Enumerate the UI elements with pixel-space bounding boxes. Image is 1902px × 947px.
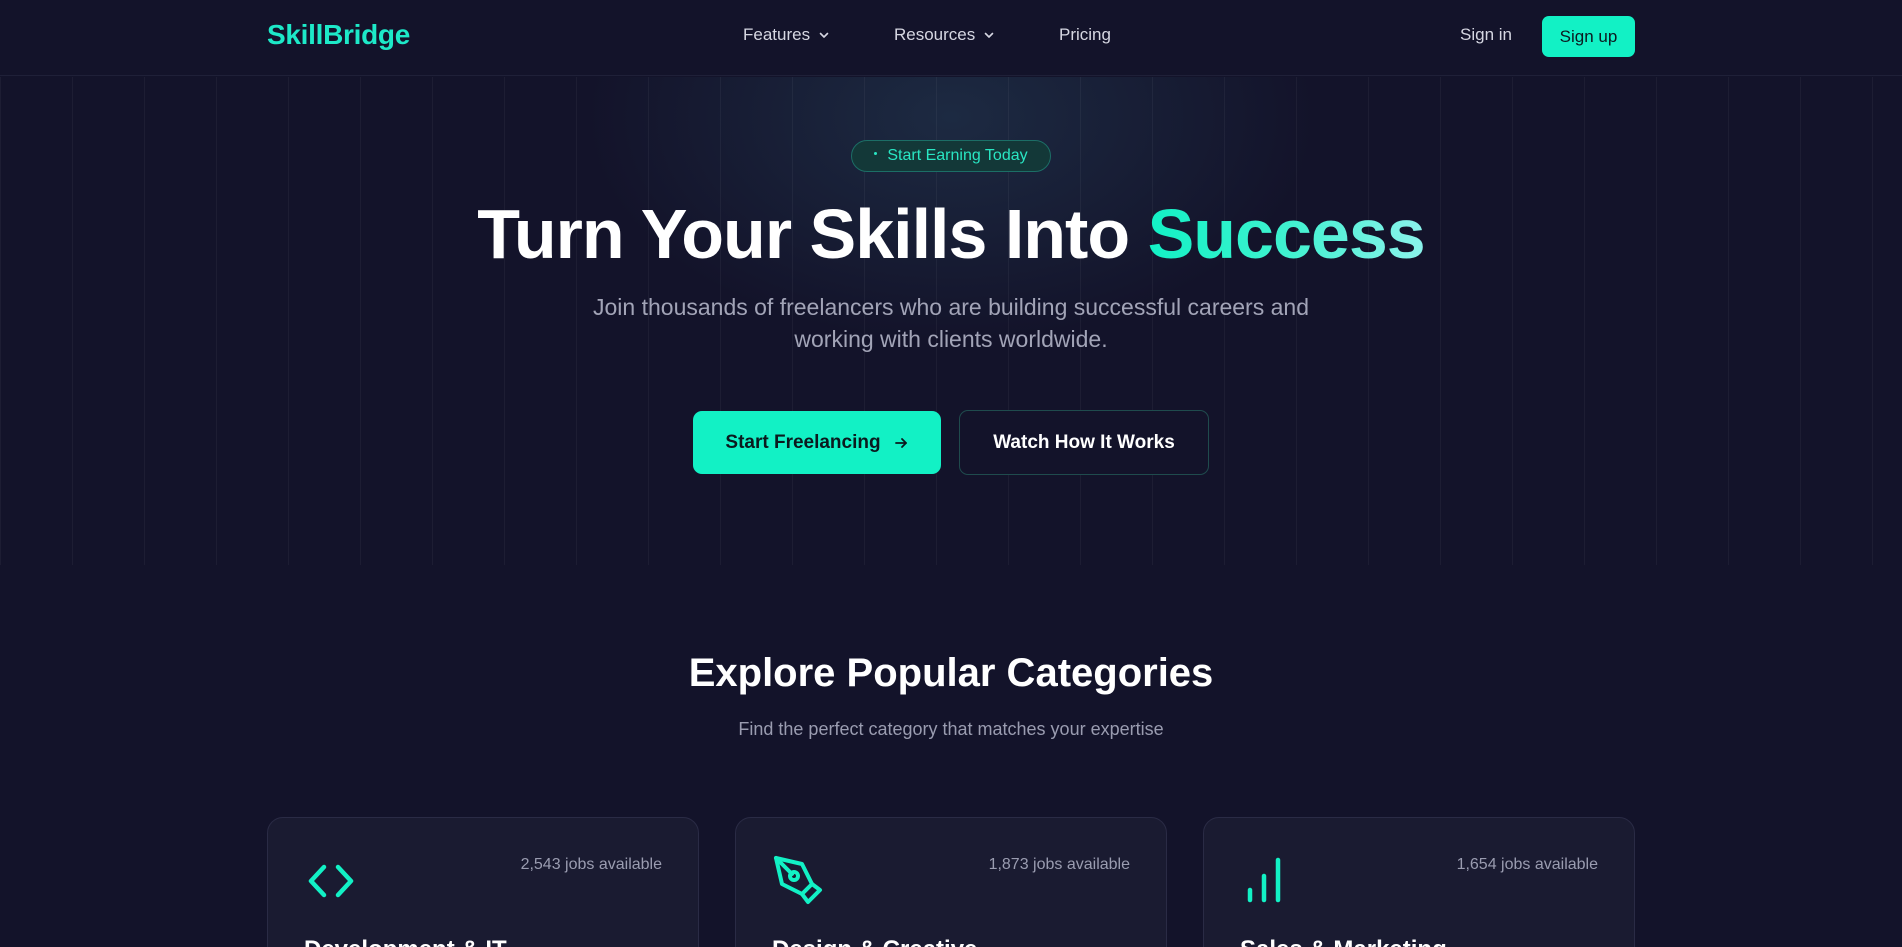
headline-accent: Success (1147, 195, 1426, 273)
categories-title: Explore Popular Categories (688, 651, 1214, 695)
top-navbar: SkillBridge Features Resources Pricing S… (0, 0, 1902, 76)
brand-logo[interactable]: SkillBridge (267, 19, 410, 51)
category-card-development[interactable]: 2,543 jobs available Development & IT (267, 817, 699, 947)
nav-resources[interactable]: Resources (894, 25, 995, 45)
sign-in-link[interactable]: Sign in (1460, 25, 1512, 45)
nav-pricing-label: Pricing (1059, 25, 1111, 44)
code-icon (308, 864, 354, 898)
nav-resources-label: Resources (894, 25, 976, 44)
hero-headline: Turn Your Skills Into Success (0, 194, 1902, 274)
pen-tool-icon (774, 856, 822, 904)
sign-up-button[interactable]: Sign up (1542, 16, 1635, 57)
watch-how-it-works-button[interactable]: Watch How It Works (959, 410, 1209, 475)
category-name: Sales & Marketing (1240, 936, 1447, 947)
start-earning-badge: Start Earning Today (851, 140, 1051, 172)
nav-pricing[interactable]: Pricing (1059, 25, 1111, 45)
chevron-down-icon (984, 32, 994, 38)
bar-chart-icon (1247, 857, 1281, 903)
start-freelancing-label: Start Freelancing (725, 431, 881, 453)
category-card-design[interactable]: 1,873 jobs available Design & Creative (735, 817, 1167, 947)
jobs-available-count: 1,873 jobs available (988, 856, 1130, 873)
hero-section: Start Earning Today Turn Your Skills Int… (0, 77, 1902, 565)
category-card-sales[interactable]: 1,654 jobs available Sales & Marketing (1203, 817, 1635, 947)
category-name: Development & IT (304, 936, 507, 947)
hero-subheading: Join thousands of freelancers who are bu… (593, 294, 1309, 352)
categories-subtitle: Find the perfect category that matches y… (738, 719, 1164, 739)
sparkle-icon (874, 151, 878, 155)
start-freelancing-button[interactable]: Start Freelancing (693, 411, 941, 474)
category-name: Design & Creative (772, 936, 977, 947)
badge-label: Start Earning Today (887, 147, 1028, 164)
nav-features[interactable]: Features (743, 25, 830, 45)
jobs-available-count: 2,543 jobs available (520, 856, 662, 873)
chevron-down-icon (819, 32, 829, 38)
nav-features-label: Features (743, 25, 811, 44)
jobs-available-count: 1,654 jobs available (1456, 856, 1598, 873)
headline-main: Turn Your Skills Into (477, 195, 1148, 273)
arrow-right-icon (894, 437, 907, 448)
